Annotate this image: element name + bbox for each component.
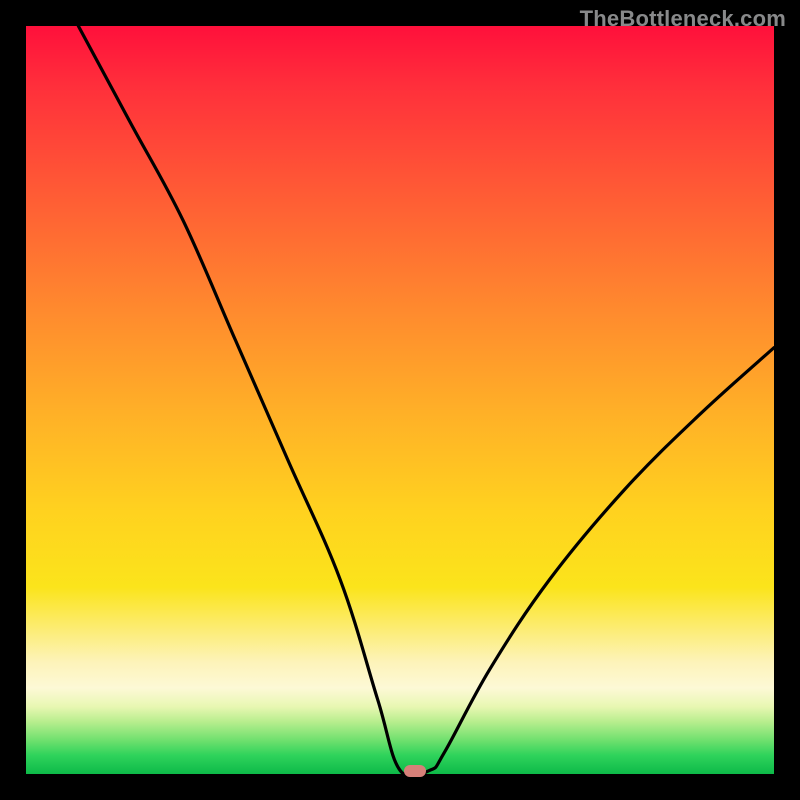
chart-stage: TheBottleneck.com: [0, 0, 800, 800]
bottleneck-curve: [26, 26, 774, 774]
plot-area: [26, 26, 774, 774]
curve-path: [78, 26, 774, 774]
optimal-point-marker: [404, 765, 426, 777]
